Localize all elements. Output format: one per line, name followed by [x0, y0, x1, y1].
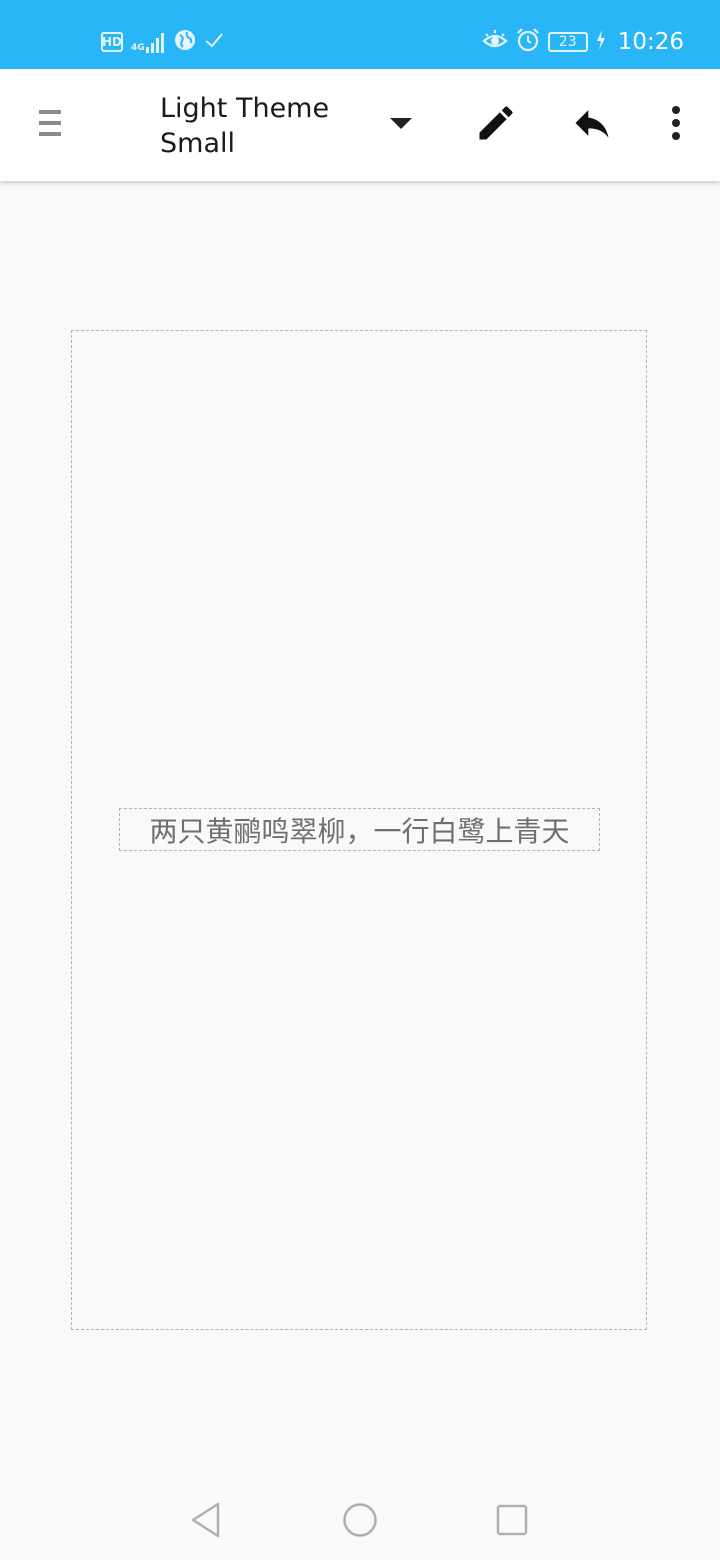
menu-button[interactable] — [28, 101, 72, 149]
app-bar: Light Theme Small — [0, 69, 720, 181]
recents-button[interactable] — [490, 1500, 534, 1544]
menu-icon — [39, 108, 61, 142]
theme-size: Small — [160, 128, 235, 159]
check-icon — [204, 30, 224, 54]
dropdown-arrow-icon — [390, 115, 412, 134]
navigation-bar — [0, 1480, 720, 1560]
eye-icon — [482, 29, 508, 55]
text-element[interactable]: 两只黄鹂鸣翠柳，一行白鹭上青天 — [119, 808, 600, 851]
theme-selector[interactable]: Light Theme Small — [160, 91, 420, 161]
home-icon — [342, 1502, 378, 1542]
recents-icon — [496, 1504, 528, 1540]
back-icon — [190, 1502, 222, 1542]
alarm-icon — [516, 28, 540, 56]
status-right-icons: 23 10:26 — [482, 26, 684, 58]
globe-icon — [174, 29, 196, 55]
undo-icon — [570, 101, 614, 149]
more-options-button[interactable] — [652, 99, 700, 151]
more-vert-icon — [671, 106, 681, 144]
network-type-label: 4G — [131, 43, 145, 53]
signal-icon: 4G — [131, 31, 166, 53]
charging-icon — [596, 30, 606, 54]
undo-button[interactable] — [566, 99, 618, 151]
hd-icon: HD — [101, 32, 123, 52]
status-time: 10:26 — [617, 29, 684, 55]
status-bar: HD 4G 23 10:26 — [0, 0, 720, 69]
home-button[interactable] — [338, 1500, 382, 1544]
battery-icon: 23 — [547, 32, 588, 52]
back-button[interactable] — [184, 1500, 228, 1544]
theme-title: Light Theme — [160, 93, 330, 124]
theme-dropdown-button[interactable] — [384, 107, 418, 141]
pencil-icon — [474, 101, 518, 149]
edit-button[interactable] — [470, 99, 522, 151]
status-left-icons: HD 4G — [101, 28, 224, 56]
